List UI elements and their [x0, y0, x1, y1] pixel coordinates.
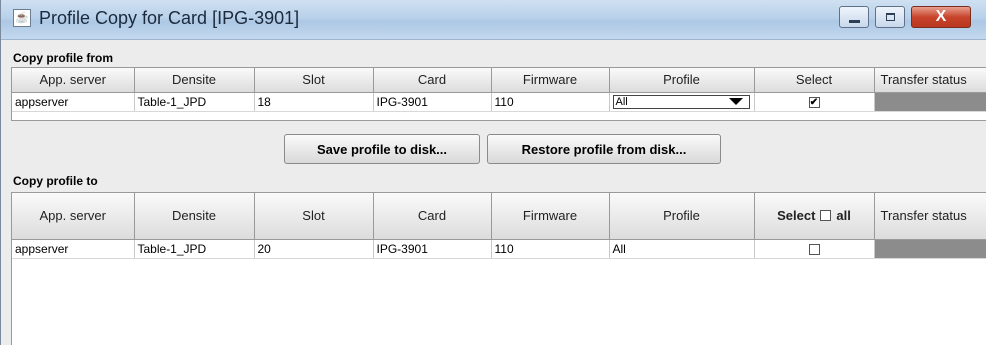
table-row[interactable]: appserver Table-1_JPD 18 IPG-3901 110 Al… [12, 92, 986, 112]
copy-from-table: App. server Densite Slot Card Firmware P… [12, 68, 986, 112]
column-header-densite[interactable]: Densite [134, 193, 255, 240]
column-header-slot[interactable]: Slot [254, 193, 374, 240]
cell-slot[interactable]: 20 [254, 239, 374, 259]
cell-profile[interactable]: All [609, 92, 755, 112]
cell-densite[interactable]: Table-1_JPD [134, 239, 255, 259]
cell-select: ✔ [754, 92, 875, 112]
column-header-card[interactable]: Card [373, 193, 492, 240]
column-header-select-all: Select all [754, 193, 875, 240]
column-header-card[interactable]: Card [373, 68, 492, 93]
select-checkbox[interactable] [808, 243, 820, 255]
copy-from-label: Copy profile from [13, 51, 114, 65]
close-button[interactable]: X [911, 6, 971, 28]
maximize-button[interactable] [875, 6, 905, 28]
column-header-app-server[interactable]: App. server [12, 193, 135, 240]
restore-profile-button[interactable]: Restore profile from disk... [487, 134, 721, 164]
column-header-firmware[interactable]: Firmware [491, 68, 610, 93]
cell-transfer-status [874, 92, 986, 112]
save-profile-button[interactable]: Save profile to disk... [284, 134, 480, 164]
cell-densite[interactable]: Table-1_JPD [134, 92, 255, 112]
cell-firmware[interactable]: 110 [491, 92, 610, 112]
copy-to-table: App. server Densite Slot Card Firmware P… [12, 193, 986, 259]
column-header-slot[interactable]: Slot [254, 68, 374, 93]
column-header-firmware[interactable]: Firmware [491, 193, 610, 240]
profile-dropdown-value: All [615, 96, 628, 108]
select-all-label: Select [777, 208, 816, 224]
cell-card[interactable]: IPG-3901 [373, 92, 492, 112]
cell-select [754, 239, 875, 259]
maximize-icon [886, 13, 895, 21]
column-header-densite[interactable]: Densite [134, 68, 255, 93]
select-checkbox[interactable]: ✔ [808, 96, 820, 108]
copy-from-header-row: App. server Densite Slot Card Firmware P… [12, 68, 986, 93]
column-header-app-server[interactable]: App. server [12, 68, 135, 93]
copy-to-table-panel: App. server Densite Slot Card Firmware P… [11, 192, 986, 345]
copy-from-table-panel: App. server Densite Slot Card Firmware P… [11, 67, 986, 121]
cell-slot[interactable]: 18 [254, 92, 374, 112]
all-label: all [836, 208, 851, 224]
minimize-button[interactable] [839, 6, 869, 28]
profile-dropdown[interactable]: All [612, 95, 750, 109]
column-header-transfer-status[interactable]: Transfer status [874, 193, 986, 240]
cell-transfer-status [874, 239, 986, 259]
dropdown-arrow-icon [728, 98, 743, 105]
cell-firmware[interactable]: 110 [491, 239, 610, 259]
column-header-select[interactable]: Select [754, 68, 875, 93]
cell-card[interactable]: IPG-3901 [373, 239, 492, 259]
cell-app-server[interactable]: appserver [12, 239, 135, 259]
window-title: Profile Copy for Card [IPG-3901] [39, 8, 300, 28]
java-app-icon: ☕ [13, 9, 31, 27]
column-header-transfer-status[interactable]: Transfer status [874, 68, 986, 93]
copy-to-label: Copy profile to [13, 174, 98, 188]
minimize-icon [849, 20, 860, 23]
cell-app-server[interactable]: appserver [12, 92, 135, 112]
table-row[interactable]: appserver Table-1_JPD 20 IPG-3901 110 Al… [12, 239, 986, 259]
cell-profile[interactable]: All [609, 239, 755, 259]
column-header-profile[interactable]: Profile [609, 193, 755, 240]
profile-copy-window: ☕ Profile Copy for Card [IPG-3901] X Cop… [0, 0, 986, 345]
select-all-checkbox[interactable] [820, 210, 832, 222]
title-bar[interactable]: ☕ Profile Copy for Card [IPG-3901] X [1, 0, 986, 40]
column-header-profile[interactable]: Profile [609, 68, 755, 93]
close-icon: X [935, 8, 947, 25]
copy-to-header-row: App. server Densite Slot Card Firmware P… [12, 193, 986, 240]
